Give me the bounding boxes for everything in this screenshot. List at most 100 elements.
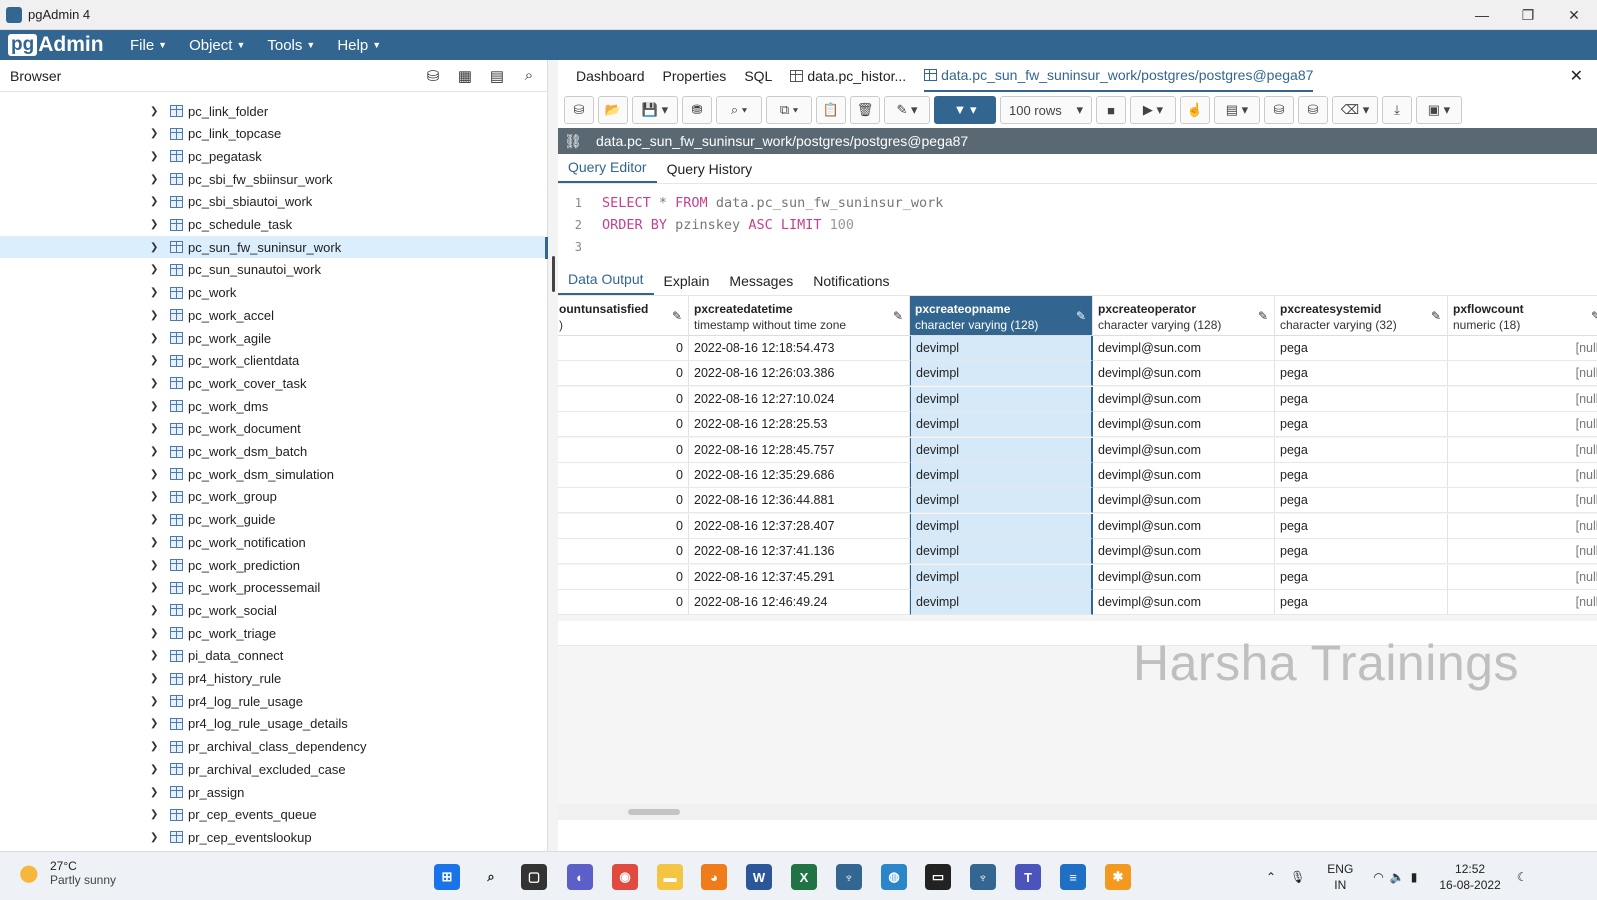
battery-icon[interactable]: ▮ — [1411, 870, 1418, 884]
edit-icon[interactable]: ✎ ▾ — [884, 96, 930, 124]
chevron-right-icon[interactable]: ❯ — [150, 537, 158, 548]
table-cell[interactable]: [null] — [1448, 437, 1597, 463]
clear-icon[interactable]: ⌫ ▾ — [1332, 96, 1378, 124]
table-cell[interactable]: devimpl — [910, 361, 1093, 387]
chevron-right-icon[interactable]: ❯ — [150, 832, 158, 843]
chevron-right-icon[interactable]: ❯ — [150, 741, 158, 752]
table-cell[interactable]: pega — [1275, 513, 1448, 539]
table-cell[interactable]: [null] — [1448, 386, 1597, 412]
panel-splitter[interactable] — [548, 60, 558, 851]
database-icon[interactable]: ⛁ — [564, 96, 594, 124]
chevron-right-icon[interactable]: ❯ — [150, 196, 158, 207]
table-cell[interactable]: 2022-08-16 12:28:45.757 — [689, 437, 910, 463]
table-cell[interactable]: pega — [1275, 488, 1448, 514]
word-icon[interactable]: W — [746, 864, 772, 890]
filtered-rows-icon[interactable]: ▤ — [483, 63, 511, 89]
firefox-icon[interactable]: ◕ — [701, 864, 727, 890]
table-cell[interactable]: 2022-08-16 12:35:29.686 — [689, 463, 910, 488]
tree-item[interactable]: ❯ pr_archival_excluded_case — [0, 758, 545, 780]
table-cell[interactable]: pega — [1275, 463, 1448, 488]
tab-properties[interactable]: Properties — [663, 60, 727, 92]
language-indicator[interactable]: ENG IN — [1327, 861, 1353, 893]
terminal-icon[interactable]: ▭ — [925, 864, 951, 890]
chevron-right-icon[interactable]: ❯ — [150, 378, 158, 389]
horizontal-scrollbar[interactable] — [558, 804, 1597, 820]
table-cell[interactable]: 2022-08-16 12:28:25.53 — [689, 412, 910, 438]
chevron-right-icon[interactable]: ❯ — [150, 673, 158, 684]
copy-icon[interactable]: ⧉ ▾ — [766, 96, 812, 124]
menu-help[interactable]: Help ▼ — [337, 37, 381, 54]
tree-item[interactable]: ❯ pr_assign — [0, 781, 545, 803]
clock[interactable]: 12:52 16-08-2022 — [1439, 861, 1500, 893]
tab-query-tool[interactable]: data.pc_sun_fw_suninsur_work/postgres/po… — [924, 60, 1314, 92]
tree-item[interactable]: ❯ pc_work_social — [0, 599, 545, 621]
chevron-right-icon[interactable]: ❯ — [150, 106, 158, 117]
microphone-icon[interactable]: 🎙 — [1290, 870, 1305, 884]
table-cell[interactable]: [null] — [1448, 539, 1597, 565]
close-tab-icon[interactable]: ✕ — [1570, 66, 1583, 86]
notification-icon[interactable]: ☾ — [1517, 870, 1528, 884]
tree-item[interactable]: ❯ pr4_log_rule_usage_details — [0, 713, 545, 735]
view-data-icon[interactable]: ▦ — [451, 63, 479, 89]
tree-item[interactable]: ❯ pc_sun_fw_suninsur_work — [0, 236, 545, 259]
pgadmin-icon[interactable]: ♆ — [836, 864, 862, 890]
tree-item[interactable]: ❯ pc_work_group — [0, 486, 545, 508]
chevron-right-icon[interactable]: ❯ — [150, 605, 158, 616]
chevron-right-icon[interactable]: ❯ — [150, 355, 158, 366]
download-icon[interactable]: ⤓ — [1382, 96, 1412, 124]
chevron-right-icon[interactable]: ❯ — [150, 174, 158, 185]
connection-bar[interactable]: ⛓ data.pc_sun_fw_suninsur_work/postgres/… — [558, 128, 1597, 154]
table-cell[interactable]: 0 — [558, 437, 689, 463]
find-icon[interactable]: ⌕ ▾ — [716, 96, 762, 124]
tree-item[interactable]: ❯ pr_cep_events_queue — [0, 804, 545, 826]
tab-query-editor[interactable]: Query Editor — [558, 159, 657, 183]
explain-icon[interactable]: ☝ — [1180, 96, 1210, 124]
start-icon[interactable]: ⊞ — [434, 864, 460, 890]
connection-link-icon[interactable]: ⛓ — [558, 133, 588, 150]
tree-item[interactable]: ❯ pc_work_agile — [0, 327, 545, 349]
tab-messages[interactable]: Messages — [719, 273, 803, 295]
tab-explain[interactable]: Explain — [654, 273, 720, 295]
table-cell[interactable]: pega — [1275, 361, 1448, 387]
table-cell[interactable]: 2022-08-16 12:37:45.291 — [689, 564, 910, 590]
tree-item[interactable]: ❯ pc_link_folder — [0, 100, 545, 122]
close-window-button[interactable]: ✕ — [1551, 0, 1597, 30]
table-cell[interactable]: 0 — [558, 336, 689, 361]
chevron-right-icon[interactable]: ❯ — [150, 287, 158, 298]
table-cell[interactable]: devimpl@sun.com — [1093, 539, 1275, 565]
table-cell[interactable]: devimpl — [910, 539, 1093, 565]
column-header[interactable]: pxcreatedatetime timestamp without time z… — [689, 296, 910, 336]
table-cell[interactable]: 2022-08-16 12:37:28.407 — [689, 513, 910, 539]
table-cell[interactable]: devimpl@sun.com — [1093, 463, 1275, 488]
table-cell[interactable]: pega — [1275, 590, 1448, 615]
wifi-icon[interactable]: ◠ — [1373, 870, 1383, 884]
tree-item[interactable]: ❯ pc_link_topcase — [0, 123, 545, 145]
open-file-icon[interactable]: 📂 — [598, 96, 628, 124]
table-cell[interactable]: devimpl@sun.com — [1093, 437, 1275, 463]
table-cell[interactable]: [null] — [1448, 564, 1597, 590]
tree-item[interactable]: ❯ pc_work_prediction — [0, 554, 545, 576]
tab-data-output[interactable]: Data Output — [558, 271, 654, 295]
task-view-icon[interactable]: ▢ — [521, 864, 547, 890]
table-cell[interactable]: devimpl — [910, 564, 1093, 590]
chat-icon[interactable]: ◐ — [567, 864, 593, 890]
sql-editor[interactable]: 1 SELECT * FROM data.pc_sun_fw_suninsur_… — [558, 188, 1597, 268]
tree-item[interactable]: ❯ pc_schedule_task — [0, 214, 545, 236]
table-cell[interactable]: 0 — [558, 386, 689, 412]
search-icon[interactable]: ⌕ — [478, 864, 504, 890]
tree-item[interactable]: ❯ pc_work_triage — [0, 622, 545, 644]
rollback-icon[interactable]: ⛁ — [1298, 96, 1328, 124]
table-cell[interactable]: [null] — [1448, 336, 1597, 361]
column-header[interactable]: ountunsatisfied) ✎ — [558, 296, 689, 336]
chevron-right-icon[interactable]: ❯ — [150, 446, 158, 457]
table-cell[interactable]: [null] — [1448, 488, 1597, 514]
chevron-right-icon[interactable]: ❯ — [150, 560, 158, 571]
chevron-right-icon[interactable]: ❯ — [150, 764, 158, 775]
app-icon[interactable]: ✱ — [1105, 864, 1131, 890]
table-cell[interactable]: devimpl@sun.com — [1093, 513, 1275, 539]
tree-item[interactable]: ❯ pc_work_dms — [0, 395, 545, 417]
chevron-right-icon[interactable]: ❯ — [150, 514, 158, 525]
filter-icon[interactable]: ▼ ▾ — [934, 96, 996, 124]
chevron-right-icon[interactable]: ❯ — [150, 718, 158, 729]
edit-pencil-icon[interactable]: ✎ — [1076, 309, 1086, 323]
